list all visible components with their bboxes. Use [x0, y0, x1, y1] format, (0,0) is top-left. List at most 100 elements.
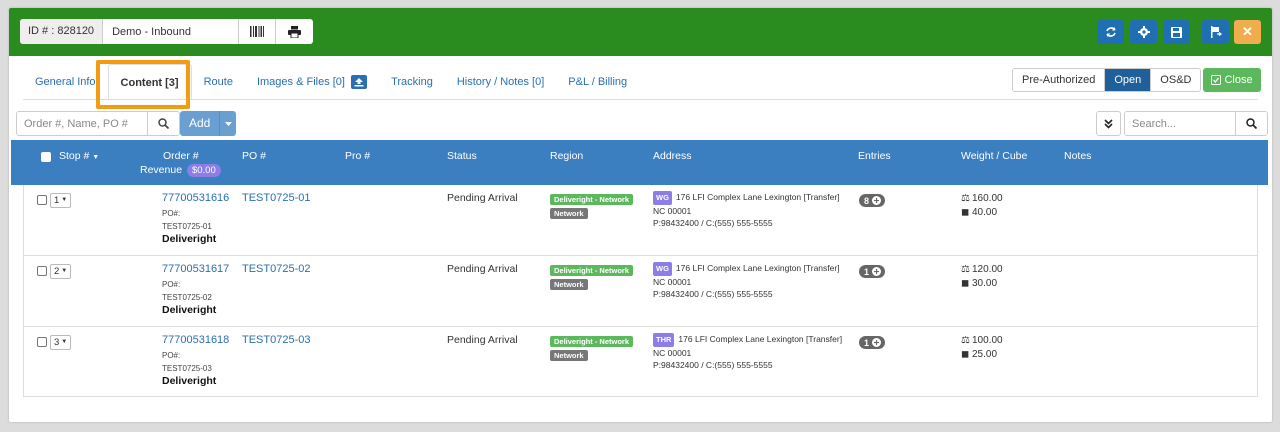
row-checkbox[interactable]	[37, 195, 47, 205]
flag-button[interactable]	[1202, 20, 1229, 44]
order-search-group	[16, 111, 180, 136]
entries-badge[interactable]: 1	[859, 336, 886, 349]
status-open[interactable]: Open	[1105, 69, 1152, 91]
tab-general-info[interactable]: General Info	[23, 64, 108, 100]
tab-images-files[interactable]: Images & Files [0]	[245, 64, 379, 100]
add-button[interactable]: Add	[180, 111, 220, 136]
close-icon: ✕	[1242, 24, 1253, 39]
cube-icon: ◼	[961, 207, 970, 218]
stop-select[interactable]: 3 ▼	[50, 335, 72, 350]
expand-all-button[interactable]	[1096, 111, 1121, 136]
order-cell: 77700531617 PO#: TEST0725-02 Deliveright	[162, 263, 229, 316]
tab-history-notes[interactable]: History / Notes [0]	[445, 64, 556, 100]
save-icon	[1171, 26, 1182, 38]
plus-circle-icon	[872, 338, 882, 347]
address-line1: 176 LFI Complex Lane Lexington [Transfer…	[678, 334, 843, 344]
revenue-badge: $0.00	[186, 164, 221, 177]
order-link[interactable]: 77700531616	[162, 192, 229, 204]
weight-value: 160.00	[972, 193, 1003, 204]
cube-value: 40.00	[972, 207, 998, 218]
refresh-button[interactable]	[1097, 20, 1124, 44]
po-small: TEST0725-01	[162, 222, 212, 231]
region-sub-badge: Network	[550, 279, 588, 290]
address-line3: P:98432400 / C:(555) 555-5555	[653, 289, 773, 299]
scale-icon: ⚖	[961, 264, 970, 275]
header-revenue: Revenue $0.00	[140, 164, 221, 177]
settings-button[interactable]	[1130, 20, 1157, 44]
po-label: PO#:	[162, 209, 181, 218]
order-link[interactable]: 77700531618	[162, 334, 229, 346]
row-checkbox[interactable]	[37, 266, 47, 276]
status-osd[interactable]: OS&D	[1151, 69, 1201, 91]
address-line2: NC 00001	[653, 348, 692, 358]
order-search-button[interactable]	[148, 112, 179, 135]
caret-down-icon: ▼	[61, 197, 68, 203]
header-pro: Pro #	[345, 150, 371, 162]
shipment-window: ID # : 828120 Demo - Inbound ✕ General I…	[9, 8, 1272, 422]
order-link[interactable]: 77700531617	[162, 263, 229, 275]
check-square-icon	[1211, 75, 1222, 85]
customer-name: Deliveright	[162, 233, 217, 245]
header-order: Order #	[163, 150, 199, 162]
po-link[interactable]: TEST0725-01	[242, 192, 310, 204]
table-search-button[interactable]	[1236, 112, 1267, 135]
address-tag: WG	[653, 262, 672, 276]
caret-down-icon: ▼	[61, 339, 68, 345]
address-line1: 176 LFI Complex Lane Lexington [Transfer…	[675, 263, 840, 273]
name-field[interactable]	[103, 19, 240, 44]
region-badge: Deliveright - Network	[550, 194, 634, 205]
add-group: Add	[180, 111, 237, 136]
upload-icon[interactable]	[351, 75, 368, 90]
search-icon	[158, 118, 169, 129]
table-row: 1 ▼ 77700531616 PO#: TEST0725-01 Deliver…	[24, 185, 1257, 256]
tab-content[interactable]: Content [3]	[107, 64, 192, 100]
tab-tracking[interactable]: Tracking	[379, 64, 445, 100]
tab-bar: General Info Content [3] Route Images & …	[23, 64, 639, 100]
po-small: TEST0725-03	[162, 364, 212, 373]
table-search-input[interactable]	[1125, 112, 1236, 135]
plus-circle-icon	[872, 267, 882, 276]
customer-name: Deliveright	[162, 375, 217, 387]
add-dropdown-toggle[interactable]	[219, 111, 237, 136]
status-text: Pending Arrival	[447, 192, 518, 204]
header-notes: Notes	[1064, 150, 1092, 162]
region-sub-badge: Network	[550, 350, 588, 361]
address-line2: NC 00001	[653, 206, 692, 216]
barcode-button[interactable]	[239, 19, 277, 44]
status-text: Pending Arrival	[447, 334, 518, 346]
select-all-checkbox[interactable]	[41, 152, 51, 162]
close-button[interactable]: Close	[1203, 68, 1261, 92]
entries-badge[interactable]: 8	[859, 194, 886, 207]
print-icon	[288, 25, 302, 38]
stop-select[interactable]: 2 ▼	[50, 264, 72, 279]
refresh-icon	[1105, 27, 1116, 37]
close-button-label: Close	[1224, 74, 1253, 86]
scale-icon: ⚖	[961, 335, 970, 346]
table-body: 1 ▼ 77700531616 PO#: TEST0725-01 Deliver…	[23, 185, 1258, 397]
save-button[interactable]	[1163, 20, 1190, 44]
cube-value: 30.00	[972, 278, 998, 289]
stop-select[interactable]: 1 ▼	[50, 193, 72, 208]
caret-down-icon	[224, 121, 232, 126]
double-chevron-down-icon	[1104, 118, 1113, 129]
po-label: PO#:	[162, 280, 181, 289]
address-cell: WG 176 LFI Complex Lane Lexington [Transf…	[653, 262, 840, 300]
entries-badge[interactable]: 1	[859, 265, 886, 278]
tab-route[interactable]: Route	[192, 64, 245, 100]
status-pre-authorized[interactable]: Pre-Authorized	[1013, 69, 1106, 91]
print-button[interactable]	[276, 19, 313, 44]
address-cell: WG 176 LFI Complex Lane Lexington [Transf…	[653, 191, 840, 229]
row-checkbox[interactable]	[37, 337, 47, 347]
order-search-input[interactable]	[17, 112, 148, 135]
po-link[interactable]: TEST0725-03	[242, 334, 310, 346]
header-region: Region	[550, 150, 584, 162]
flag-icon	[1210, 26, 1222, 38]
region-cell: Deliveright - Network Network	[550, 335, 634, 361]
settings-icon	[1137, 26, 1150, 38]
customer-name: Deliveright	[162, 304, 217, 316]
po-link[interactable]: TEST0725-02	[242, 263, 310, 275]
header-stop[interactable]: Stop # ▼	[59, 150, 99, 162]
cube-icon: ◼	[961, 278, 970, 289]
close-window-button[interactable]: ✕	[1234, 20, 1261, 44]
tab-pl-billing[interactable]: P&L / Billing	[556, 64, 639, 100]
